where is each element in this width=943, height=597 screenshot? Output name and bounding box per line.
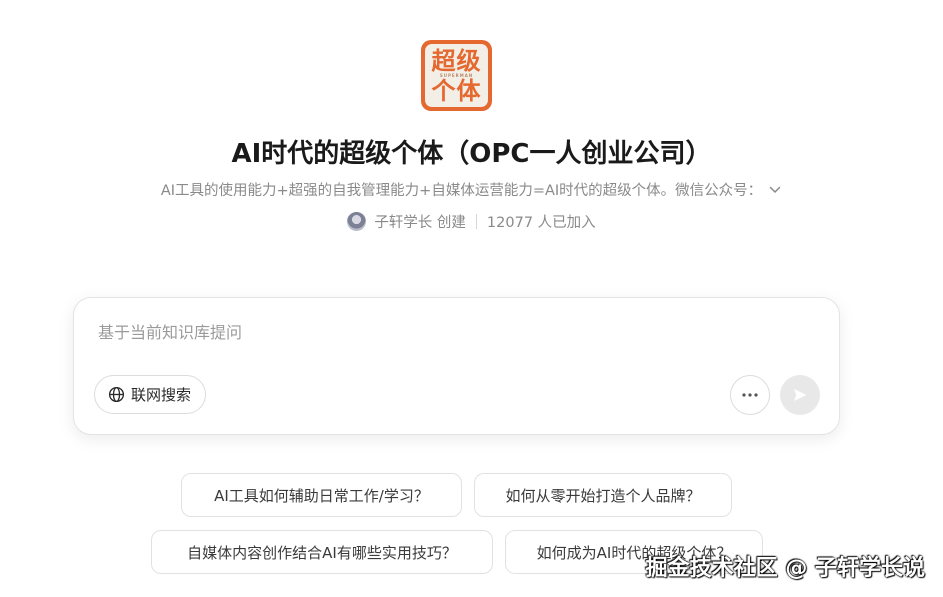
suggestion-label: 如何从零开始打造个人品牌？	[505, 486, 701, 505]
logo-badge: 超级 SUPERMAN 个体	[425, 44, 488, 107]
web-search-label: 联网搜索	[131, 386, 192, 404]
more-horizontal-icon	[742, 393, 758, 397]
creator-avatar[interactable]	[347, 212, 367, 231]
ask-box: 联网搜索	[73, 297, 840, 435]
knowledge-base-home: 超级 SUPERMAN 个体 AI时代的超级个体（OPC一人创业公司） AI工具…	[0, 0, 943, 597]
divider	[475, 214, 477, 229]
send-button[interactable]	[780, 375, 820, 415]
logo-text-line2: 个体	[431, 76, 482, 105]
knowledge-base-logo: 超级 SUPERMAN 个体	[421, 40, 492, 111]
suggestion-chip[interactable]: 如何从零开始打造个人品牌？	[474, 473, 732, 517]
question-input[interactable]	[98, 320, 798, 344]
chevron-down-icon[interactable]	[768, 183, 782, 197]
suggestion-label: AI工具如何辅助日常工作/学习？	[214, 486, 429, 505]
description-text: AI工具的使用能力+超强的自我管理能力+自媒体运营能力=AI时代的超级个体。微信…	[160, 183, 763, 199]
suggestion-chip[interactable]: 自媒体内容创作结合AI有哪些实用技巧？	[151, 530, 493, 574]
web-search-button[interactable]: 联网搜索	[94, 375, 207, 414]
send-icon	[794, 389, 807, 401]
watermark: 掘金技术社区 @ 子轩学长说	[645, 556, 925, 581]
creator-info: 子轩学长 创建 12077 人已加入	[0, 211, 943, 232]
more-options-button[interactable]	[730, 375, 770, 415]
globe-icon	[108, 386, 125, 403]
description-row[interactable]: AI工具的使用能力+超强的自我管理能力+自媒体运营能力=AI时代的超级个体。微信…	[0, 179, 943, 200]
suggestion-chip[interactable]: AI工具如何辅助日常工作/学习？	[181, 473, 462, 517]
logo-text-line1: 超级	[431, 46, 482, 75]
page-title: AI时代的超级个体（OPC一人创业公司）	[231, 139, 712, 169]
suggestion-label: 自媒体内容创作结合AI有哪些实用技巧？	[187, 543, 457, 562]
creator-label[interactable]: 子轩学长 创建	[374, 211, 466, 232]
member-count: 12077 人已加入	[486, 215, 596, 231]
